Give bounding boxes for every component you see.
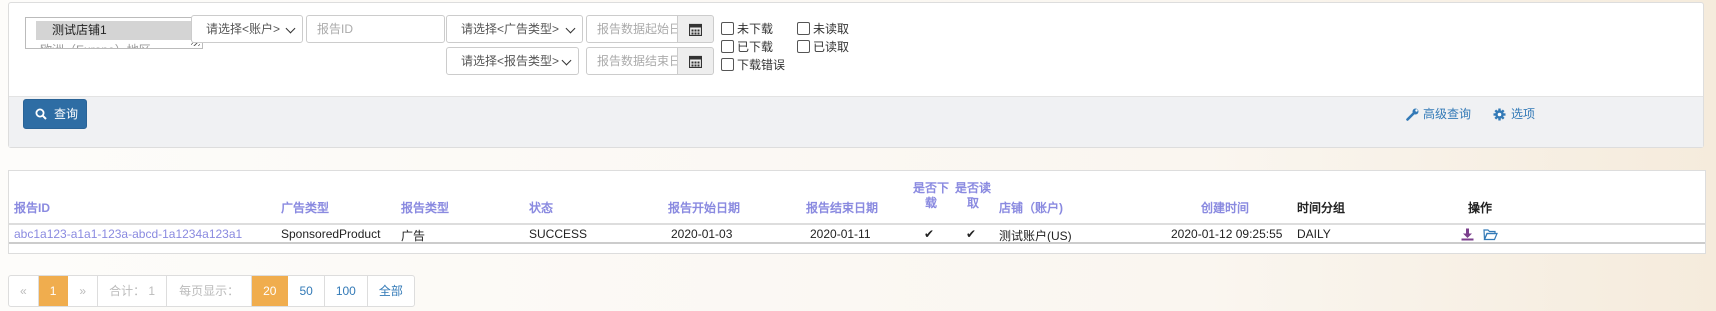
column-header-is-downloaded[interactable]: 是否下 载: [909, 181, 953, 211]
header-line: 载: [924, 196, 937, 210]
checkbox-label: 已读取: [813, 40, 850, 54]
column-header-store-account[interactable]: 店铺（账户): [999, 199, 1063, 216]
checkbox-label: 已下载: [737, 40, 774, 54]
report-id-input[interactable]: 报告ID: [306, 15, 445, 43]
header-line: 是否下: [912, 181, 949, 195]
downloaded-check-icon: ✔: [924, 227, 935, 241]
chevron-down-icon: [565, 23, 576, 34]
checkbox-box[interactable]: [721, 58, 734, 71]
checkbox-box[interactable]: [797, 22, 810, 35]
column-header-report-id[interactable]: 报告ID: [14, 199, 50, 216]
store-multiselect[interactable]: 测试店铺1 欧洲（Europe）地区: [25, 17, 203, 49]
ad-type-select[interactable]: 请选择<广告类型>: [446, 15, 583, 43]
checkbox-downloaded[interactable]: 已下载: [721, 39, 773, 55]
chevron-down-icon: [561, 55, 572, 66]
gear-icon: [1493, 108, 1506, 121]
checkbox-label: 未读取: [813, 22, 850, 36]
query-button-label: 查询: [54, 107, 79, 121]
ad-type-cell: SponsoredProduct: [281, 227, 381, 241]
calendar-icon: [689, 55, 702, 68]
account-select-value: 请选择<账户>: [206, 22, 281, 36]
column-header-actions: 操作: [1468, 201, 1493, 215]
row-divider: [9, 242, 1705, 244]
advanced-query-label: 高级查询: [1423, 107, 1472, 121]
download-icon: [1461, 228, 1474, 241]
column-header-is-read[interactable]: 是否读 取: [951, 181, 995, 211]
folder-open-icon: [1483, 229, 1498, 241]
total-count: 合计： 1: [98, 276, 168, 306]
prev-page-button[interactable]: «: [9, 276, 39, 306]
query-button[interactable]: 查询: [23, 99, 87, 129]
column-header-end-date[interactable]: 报告结束日期: [806, 199, 878, 216]
column-header-time-group: 时间分组: [1297, 201, 1346, 215]
options-link[interactable]: 选项: [1493, 106, 1535, 122]
options-label: 选项: [1511, 107, 1536, 121]
checkbox-read[interactable]: 已读取: [797, 39, 849, 55]
next-page-button[interactable]: »: [68, 276, 99, 306]
end-date-calendar-button[interactable]: [678, 47, 714, 75]
checkbox-unread[interactable]: 未读取: [797, 21, 849, 37]
chevron-down-icon: [285, 23, 296, 34]
start-date-placeholder: 报告数据起始日期: [597, 22, 677, 36]
end-date-placeholder: 报告数据结束日期: [597, 54, 677, 68]
wrench-icon: [1406, 108, 1419, 121]
read-check-icon: ✔: [966, 227, 977, 241]
header-divider: [9, 223, 1705, 225]
checkbox-box[interactable]: [721, 22, 734, 35]
page-size-all[interactable]: 全部: [368, 276, 414, 306]
start-date-cell: 2020-01-03: [671, 227, 733, 241]
account-select[interactable]: 请选择<账户>: [191, 15, 303, 43]
ad-type-select-value: 请选择<广告类型>: [461, 22, 560, 36]
page-size-20[interactable]: 20: [252, 276, 289, 306]
checkbox-not-downloaded[interactable]: 未下载: [721, 21, 773, 37]
report-id-cell[interactable]: abc1a123-a1a1-123a-abcd-1a1234a123a1: [14, 227, 242, 241]
header-line: 是否读: [954, 181, 991, 195]
checkbox-download-error[interactable]: 下载错误: [721, 57, 785, 73]
report-id-placeholder: 报告ID: [317, 22, 354, 36]
end-date-cell: 2020-01-11: [810, 227, 871, 241]
column-header-start-date[interactable]: 报告开始日期: [668, 199, 740, 216]
per-page-label: 每页显示：: [167, 276, 253, 306]
column-header-status[interactable]: 状态: [529, 199, 553, 216]
column-header-report-type[interactable]: 报告类型: [401, 199, 449, 216]
store-option[interactable]: 欧洲（Europe）地区: [40, 41, 151, 48]
column-header-ad-type[interactable]: 广告类型: [281, 199, 329, 216]
report-type-select-value: 请选择<报告类型>: [461, 54, 560, 68]
checkbox-box[interactable]: [721, 40, 734, 53]
checkbox-box[interactable]: [797, 40, 810, 53]
page-size-100[interactable]: 100: [325, 276, 368, 306]
store-option-selected[interactable]: 测试店铺1: [36, 21, 192, 40]
search-icon: [35, 108, 47, 120]
checkbox-label: 未下载: [737, 22, 774, 36]
created-time-cell: 2020-01-12 09:25:55: [1171, 227, 1283, 241]
column-header-created-time[interactable]: 创建时间: [1201, 199, 1249, 216]
report-table: 报告ID 广告类型 报告类型 状态 报告开始日期 报告结束日期 是否下 载 是否…: [8, 170, 1706, 254]
header-line: 取: [966, 196, 979, 210]
filter-panel: 测试店铺1 欧洲（Europe）地区 请选择<账户> 报告ID 请选择<广告类型…: [8, 2, 1704, 148]
calendar-icon: [689, 23, 702, 36]
page-size-50[interactable]: 50: [288, 276, 325, 306]
checkbox-label: 下载错误: [737, 58, 786, 72]
end-date-input[interactable]: 报告数据结束日期: [586, 47, 678, 75]
status-cell: SUCCESS: [529, 227, 588, 241]
report-type-select[interactable]: 请选择<报告类型>: [446, 47, 579, 75]
start-date-input[interactable]: 报告数据起始日期: [586, 15, 678, 43]
advanced-query-link[interactable]: 高级查询: [1406, 106, 1471, 122]
start-date-calendar-button[interactable]: [678, 15, 714, 43]
time-group-cell: DAILY: [1297, 227, 1331, 241]
pagination: « 1 » 合计： 1 每页显示： 20 50 100 全部: [8, 275, 415, 307]
page-button-current[interactable]: 1: [38, 276, 69, 306]
